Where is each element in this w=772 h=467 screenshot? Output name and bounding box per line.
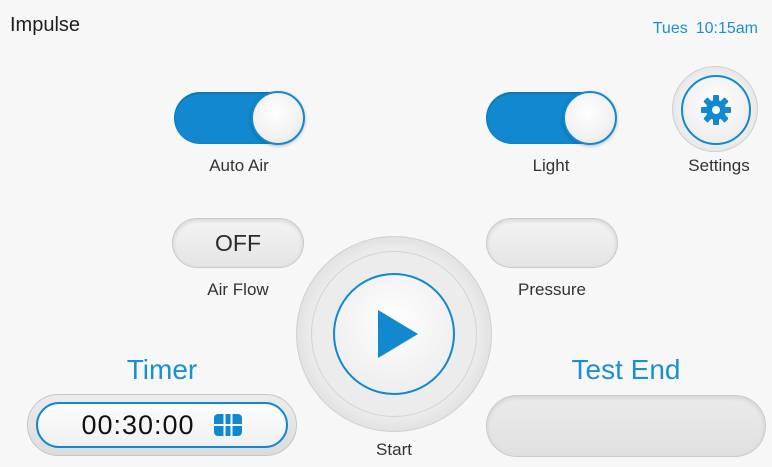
status-time: 10:15am xyxy=(695,20,758,37)
light-label: Light xyxy=(532,156,570,175)
test-end-field xyxy=(486,395,766,457)
start-button[interactable] xyxy=(333,273,455,395)
toggle-knob xyxy=(251,91,305,145)
settings-label: Settings xyxy=(688,156,750,175)
auto-air-toggle[interactable] xyxy=(174,91,305,145)
start-label: Start xyxy=(376,440,412,459)
gear-icon xyxy=(701,95,731,125)
test-end-title: Test End xyxy=(571,354,681,385)
pressure-label: Pressure xyxy=(517,280,587,299)
timer-title: Timer xyxy=(126,354,198,385)
timer-input[interactable]: 00:30:00 xyxy=(36,402,288,448)
air-flow-display[interactable]: OFF xyxy=(172,218,304,268)
settings-button-face xyxy=(681,75,751,145)
start-button-bezel xyxy=(311,251,477,417)
light-toggle[interactable] xyxy=(486,91,617,145)
timer-field: 00:30:00 xyxy=(27,394,297,456)
status-datetime: Tues 10:15am xyxy=(653,20,758,38)
air-flow-label: Air Flow xyxy=(207,280,269,299)
auto-air-label: Auto Air xyxy=(209,156,269,175)
status-day: Tues xyxy=(652,20,688,37)
pressure-display[interactable] xyxy=(486,218,618,268)
keypad-icon[interactable] xyxy=(213,413,243,437)
settings-button[interactable] xyxy=(672,66,758,152)
timer-value: 00:30:00 xyxy=(81,409,195,440)
toggle-knob xyxy=(563,91,617,145)
start-button-ring xyxy=(296,236,492,432)
app-title: Impulse xyxy=(10,14,81,36)
play-icon xyxy=(378,310,418,358)
